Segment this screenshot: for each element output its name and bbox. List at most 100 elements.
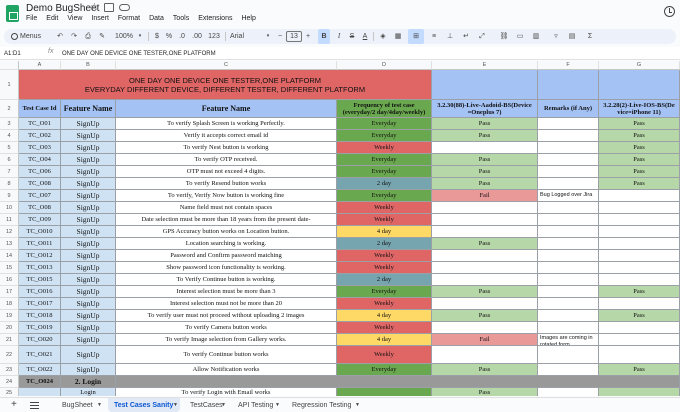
column-header-f[interactable]: F bbox=[538, 61, 599, 70]
module-cell[interactable]: SignUp bbox=[61, 274, 116, 286]
column-header-d[interactable]: D bbox=[337, 61, 432, 70]
row-header[interactable]: 11 bbox=[0, 214, 19, 226]
test-case-id[interactable]: TC_O06 bbox=[19, 166, 61, 178]
test-case-id[interactable]: TC_O08 bbox=[19, 178, 61, 190]
frequency-cell[interactable]: 2 day bbox=[337, 238, 432, 250]
menu-help[interactable]: Help bbox=[241, 15, 255, 27]
module-cell[interactable]: SignUp bbox=[61, 346, 116, 364]
chevron-down-icon[interactable]: ▼ bbox=[221, 398, 226, 412]
version-history-icon[interactable] bbox=[664, 6, 675, 17]
select-all-corner[interactable] bbox=[0, 61, 19, 70]
frequency-cell[interactable]: Weekly bbox=[337, 202, 432, 214]
header-frequency[interactable]: Frequency of test case (everyday/2 day/4… bbox=[337, 100, 432, 118]
ios-result-cell[interactable] bbox=[599, 388, 680, 396]
empty-cell[interactable] bbox=[599, 70, 680, 100]
header-android-build[interactable]: 3.2.30(88)-Live-Aadoid-BS(Device =Oneplu… bbox=[432, 100, 538, 118]
ios-result-cell[interactable] bbox=[599, 226, 680, 238]
android-result-cell[interactable]: Fail bbox=[432, 334, 538, 346]
increase-decimal-button[interactable]: .00 bbox=[190, 29, 204, 44]
frequency-cell[interactable]: Everyday bbox=[337, 286, 432, 298]
feature-cell[interactable]: To verify Image selection from Gallery w… bbox=[116, 334, 337, 346]
feature-cell[interactable]: To verify Nest button is working bbox=[116, 142, 337, 154]
frequency-cell[interactable]: Everyday bbox=[337, 190, 432, 202]
test-case-id[interactable]: TC_O09 bbox=[19, 214, 61, 226]
ios-result-cell[interactable]: Pass bbox=[599, 118, 680, 130]
menus-search-button[interactable]: Menus bbox=[6, 29, 50, 44]
section-id-cell[interactable]: TC_O024 bbox=[19, 376, 61, 388]
row-header[interactable]: 1 bbox=[0, 70, 19, 100]
row-header[interactable]: 10 bbox=[0, 202, 19, 214]
sheet-tab[interactable]: API Testing ▼ bbox=[232, 398, 282, 412]
functions-icon[interactable]: Σ bbox=[584, 29, 596, 44]
frequency-cell[interactable]: 2 day bbox=[337, 178, 432, 190]
module-cell[interactable]: SignUp bbox=[61, 166, 116, 178]
module-cell[interactable]: SignUp bbox=[61, 298, 116, 310]
remarks-cell[interactable] bbox=[538, 238, 599, 250]
menu-edit[interactable]: Edit bbox=[46, 15, 58, 27]
number-format-button[interactable]: 123 bbox=[206, 29, 222, 44]
remarks-cell[interactable] bbox=[538, 346, 599, 364]
remarks-cell[interactable] bbox=[538, 250, 599, 262]
row-header[interactable]: 15 bbox=[0, 262, 19, 274]
row-header[interactable]: 21 bbox=[0, 334, 19, 346]
remarks-cell[interactable] bbox=[538, 226, 599, 238]
chevron-down-icon[interactable]: ▼ bbox=[355, 398, 360, 412]
test-case-id[interactable]: TC_O020 bbox=[19, 334, 61, 346]
percent-format-button[interactable]: % bbox=[164, 29, 174, 44]
frequency-cell[interactable]: 4 day bbox=[337, 310, 432, 322]
feature-cell[interactable]: Interest selection must not be more than… bbox=[116, 298, 337, 310]
italic-button[interactable]: I bbox=[334, 29, 344, 44]
frequency-cell[interactable]: Weekly bbox=[337, 250, 432, 262]
test-case-id[interactable]: TC_O022 bbox=[19, 364, 61, 376]
menu-data[interactable]: Data bbox=[149, 15, 164, 27]
remarks-cell[interactable] bbox=[538, 286, 599, 298]
bold-button[interactable]: B bbox=[318, 29, 330, 44]
insert-comment-icon[interactable]: ▭ bbox=[514, 29, 526, 44]
currency-format-button[interactable]: $ bbox=[152, 29, 162, 44]
row-header[interactable]: 18 bbox=[0, 298, 19, 310]
frequency-cell[interactable]: 2 day bbox=[337, 274, 432, 286]
header-module[interactable]: Feature Name bbox=[61, 100, 116, 118]
module-cell[interactable]: SignUp bbox=[61, 214, 116, 226]
row-header[interactable]: 17 bbox=[0, 286, 19, 298]
remarks-cell[interactable] bbox=[538, 178, 599, 190]
borders-icon[interactable]: ▦ bbox=[392, 29, 404, 44]
module-cell[interactable]: SignUp bbox=[61, 142, 116, 154]
ios-result-cell[interactable] bbox=[599, 322, 680, 334]
row-header[interactable]: 14 bbox=[0, 250, 19, 262]
module-cell[interactable]: SignUp bbox=[61, 262, 116, 274]
frequency-cell[interactable]: Weekly bbox=[337, 262, 432, 274]
remarks-cell[interactable] bbox=[538, 130, 599, 142]
test-case-id[interactable]: TC_O02 bbox=[19, 130, 61, 142]
sheet-tab[interactable]: BugSheet ▼ bbox=[56, 398, 104, 412]
remarks-cell[interactable] bbox=[538, 274, 599, 286]
remarks-cell[interactable] bbox=[538, 118, 599, 130]
frequency-cell[interactable] bbox=[337, 388, 432, 396]
name-box[interactable]: A1:D1 bbox=[4, 49, 44, 59]
android-result-cell[interactable] bbox=[432, 214, 538, 226]
menu-extensions[interactable]: Extensions bbox=[198, 15, 232, 27]
frequency-cell[interactable]: 4 day bbox=[337, 226, 432, 238]
document-title[interactable]: Demo BugSheet bbox=[26, 3, 99, 14]
increase-font-size-button[interactable]: + bbox=[304, 29, 312, 44]
column-header-c[interactable]: C bbox=[116, 61, 337, 70]
add-sheet-icon[interactable]: + bbox=[11, 399, 17, 411]
insert-link-icon[interactable]: ⛓ bbox=[498, 29, 510, 44]
module-cell[interactable]: SignUp bbox=[61, 154, 116, 166]
android-result-cell[interactable]: Pass bbox=[432, 178, 538, 190]
row-header[interactable]: 9 bbox=[0, 190, 19, 202]
module-cell[interactable]: SignUp bbox=[61, 250, 116, 262]
module-cell[interactable]: SignUp bbox=[61, 310, 116, 322]
test-case-id[interactable]: TC_O03 bbox=[19, 142, 61, 154]
android-result-cell[interactable]: Pass bbox=[432, 166, 538, 178]
row-header[interactable]: 5 bbox=[0, 142, 19, 154]
test-case-id[interactable]: TC_O013 bbox=[19, 262, 61, 274]
sheet-tab[interactable]: TestCases ▼ bbox=[184, 398, 228, 412]
feature-cell[interactable]: Location searching is working. bbox=[116, 238, 337, 250]
ios-result-cell[interactable] bbox=[599, 262, 680, 274]
remarks-cell[interactable] bbox=[538, 262, 599, 274]
column-header-a[interactable]: A bbox=[19, 61, 61, 70]
android-result-cell[interactable] bbox=[432, 226, 538, 238]
feature-cell[interactable]: To verify Resend button works bbox=[116, 178, 337, 190]
android-result-cell[interactable]: Pass bbox=[432, 118, 538, 130]
